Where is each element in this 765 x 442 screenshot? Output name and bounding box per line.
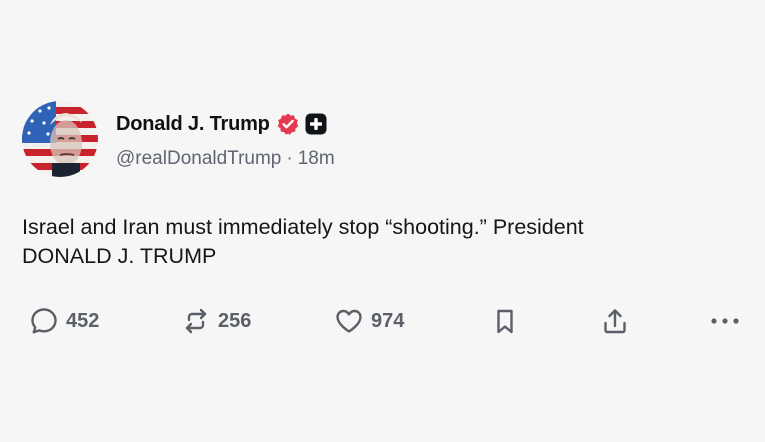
- repost-count: 256: [218, 309, 252, 332]
- author-name-row: Donald J. Trump: [116, 110, 327, 138]
- speech-bubble-icon: [31, 308, 57, 334]
- author-handle[interactable]: @realDonaldTrump: [116, 148, 281, 169]
- verified-badge-icon: [276, 112, 300, 136]
- separator-dot: ·: [286, 148, 293, 169]
- repost-arrows-icon: [185, 308, 207, 334]
- avatar-image: [22, 101, 98, 177]
- author-display-name[interactable]: Donald J. Trump: [116, 113, 270, 136]
- like-count: 974: [371, 309, 405, 332]
- post-text-line-2: DONALD J. TRUMP: [22, 244, 217, 268]
- reply-count: 452: [66, 309, 100, 332]
- bookmark-button[interactable]: [490, 305, 520, 337]
- like-button[interactable]: 974: [334, 305, 404, 337]
- repost-button[interactable]: 256: [181, 305, 251, 337]
- heart-icon: [336, 309, 362, 333]
- post-timestamp[interactable]: 18m: [298, 148, 335, 169]
- share-button[interactable]: [600, 305, 630, 337]
- post-text-line-1: Israel and Iran must immediately stop “s…: [22, 215, 584, 239]
- share-upload-icon: [604, 309, 626, 334]
- avatar[interactable]: [22, 101, 98, 177]
- more-dots-icon: [711, 318, 739, 324]
- post-card: Donald J. Trump @realDonaldTrump · 18m Isr…: [0, 0, 765, 442]
- plus-badge-icon: [305, 113, 327, 135]
- reply-button[interactable]: 452: [29, 305, 99, 337]
- post-body: Israel and Iran must immediately stop “s…: [22, 213, 722, 271]
- author-handle-row: @realDonaldTrump · 18m: [116, 148, 335, 170]
- bookmark-icon: [497, 309, 513, 334]
- more-options-button[interactable]: [708, 305, 742, 337]
